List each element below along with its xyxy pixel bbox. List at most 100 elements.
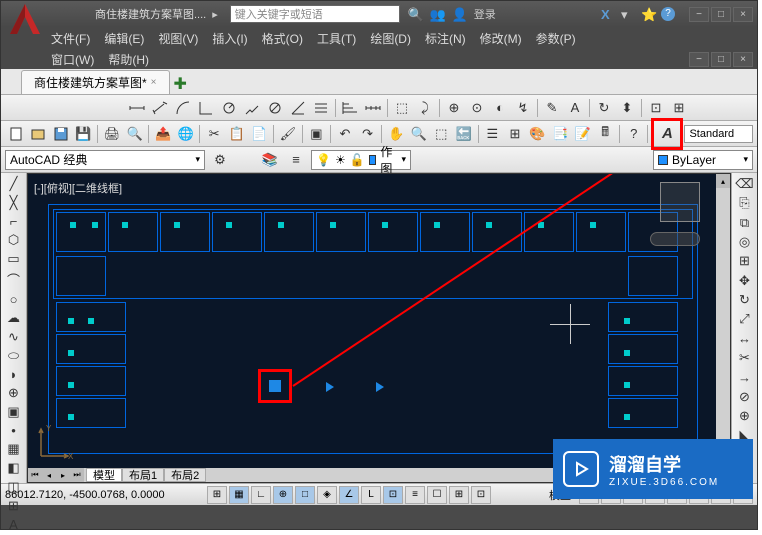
rectangle-icon[interactable]: ▭ bbox=[3, 250, 25, 268]
region-icon[interactable]: ◫ bbox=[3, 478, 25, 496]
cut-icon[interactable]: ✂ bbox=[203, 123, 225, 145]
color-dropdown[interactable]: ByLayer ▾ bbox=[653, 150, 753, 170]
help-icon[interactable]: ? bbox=[661, 7, 675, 21]
copy2-icon[interactable]: ⎘ bbox=[734, 194, 756, 212]
tolerance-icon[interactable]: ⊕ bbox=[443, 97, 465, 119]
doc-maximize-button[interactable]: □ bbox=[711, 52, 731, 67]
menu-parametric[interactable]: 参数(P) bbox=[536, 30, 576, 47]
coordinates[interactable]: 86012.7120, -4500.0768, 0.0000 bbox=[5, 489, 205, 501]
model-tab[interactable]: 模型 bbox=[86, 468, 122, 482]
paste-icon[interactable]: 📄 bbox=[249, 123, 271, 145]
insert-block-icon[interactable]: ⊕ bbox=[3, 384, 25, 402]
pan-icon[interactable]: ✋ bbox=[385, 123, 407, 145]
tab-prev-icon[interactable]: ◂ bbox=[42, 468, 56, 482]
3ddwf-icon[interactable]: 🌐 bbox=[175, 123, 197, 145]
polygon-icon[interactable]: ⬡ bbox=[3, 231, 25, 249]
redo-icon[interactable]: ↷ bbox=[357, 123, 379, 145]
menu-dimension[interactable]: 标注(N) bbox=[425, 30, 466, 47]
dim-break-icon[interactable]: ⤸ bbox=[414, 97, 436, 119]
vertical-scrollbar[interactable]: ▴ bbox=[716, 174, 730, 468]
dim-arc-icon[interactable] bbox=[172, 97, 194, 119]
menu-draw[interactable]: 绘图(D) bbox=[370, 30, 411, 47]
rotate-icon[interactable]: ↻ bbox=[734, 291, 756, 309]
workspace-settings-icon[interactable]: ⚙ bbox=[209, 149, 231, 171]
dyn-icon[interactable]: ⊡ bbox=[383, 486, 403, 504]
dropdown-icon[interactable]: ▾ bbox=[621, 7, 635, 21]
scroll-up-icon[interactable]: ▴ bbox=[716, 174, 730, 188]
autocad-logo[interactable] bbox=[5, 0, 45, 39]
menu-edit[interactable]: 编辑(E) bbox=[104, 30, 144, 47]
erase-icon[interactable]: ⌫ bbox=[734, 175, 756, 193]
dim-radius-icon[interactable] bbox=[218, 97, 240, 119]
dim-jogged-icon[interactable] bbox=[241, 97, 263, 119]
doc-close-button[interactable]: × bbox=[733, 52, 753, 67]
preview-icon[interactable]: 🔍 bbox=[124, 123, 146, 145]
dim-diameter-icon[interactable] bbox=[264, 97, 286, 119]
menu-file[interactable]: 文件(F) bbox=[51, 30, 90, 47]
revcloud-icon[interactable]: ☁ bbox=[3, 309, 25, 327]
document-tab[interactable]: 商住楼建筑方案草图* × bbox=[21, 70, 170, 94]
layout1-tab[interactable]: 布局1 bbox=[122, 468, 164, 482]
search-input[interactable]: 键入关键字或短语 bbox=[230, 5, 400, 23]
dim-style-icon[interactable]: ⬍ bbox=[616, 97, 638, 119]
copy-icon[interactable]: 📋 bbox=[226, 123, 248, 145]
signin-icon[interactable]: 👤 bbox=[452, 7, 466, 21]
markup-icon[interactable]: 📝 bbox=[572, 123, 594, 145]
zoom-window-icon[interactable]: ⬚ bbox=[430, 123, 452, 145]
star-icon[interactable]: ⭐ bbox=[641, 7, 655, 21]
maximize-button[interactable]: □ bbox=[711, 7, 731, 22]
tab-close-icon[interactable]: × bbox=[151, 77, 157, 88]
properties-icon[interactable]: ☰ bbox=[482, 123, 504, 145]
hatch-icon[interactable]: ▦ bbox=[3, 440, 25, 458]
menu-format[interactable]: 格式(O) bbox=[262, 30, 303, 47]
snap-mode-icon[interactable]: ⊞ bbox=[207, 486, 227, 504]
ellipse-icon[interactable]: ⬭ bbox=[3, 347, 25, 365]
close-button[interactable]: × bbox=[733, 7, 753, 22]
constraint2-icon[interactable]: ⊞ bbox=[668, 97, 690, 119]
menu-window[interactable]: 窗口(W) bbox=[51, 51, 94, 68]
stretch-icon[interactable]: ↔ bbox=[734, 330, 756, 348]
circle-icon[interactable]: ○ bbox=[3, 291, 25, 308]
login-link[interactable]: 登录 bbox=[474, 6, 496, 22]
dim-ordinate-icon[interactable] bbox=[195, 97, 217, 119]
menu-help[interactable]: 帮助(H) bbox=[108, 51, 149, 68]
add-tab-icon[interactable]: ✚ bbox=[174, 74, 187, 94]
dim-edit-icon[interactable]: ✎ bbox=[541, 97, 563, 119]
saveas-icon[interactable]: 💾 bbox=[73, 123, 95, 145]
view-cube[interactable] bbox=[660, 182, 700, 222]
gradient-icon[interactable]: ◧ bbox=[3, 459, 25, 477]
tool-palette-icon[interactable]: 🎨 bbox=[527, 123, 549, 145]
ducs-icon[interactable]: L bbox=[361, 486, 381, 504]
search-icon[interactable]: 🔍 bbox=[408, 7, 422, 21]
dim-update-icon[interactable]: ↻ bbox=[593, 97, 615, 119]
sc-icon[interactable]: ⊡ bbox=[471, 486, 491, 504]
layer-dropdown[interactable]: 💡 ☀ 🔓 作图 ▾ bbox=[311, 150, 411, 170]
lwt-icon[interactable]: ≡ bbox=[405, 486, 425, 504]
join-icon[interactable]: ⊕ bbox=[734, 407, 756, 425]
ortho-icon[interactable]: ∟ bbox=[251, 486, 271, 504]
dim-angular-icon[interactable] bbox=[287, 97, 309, 119]
dim-text-edit-icon[interactable]: A bbox=[564, 97, 586, 119]
qp-icon[interactable]: ⊞ bbox=[449, 486, 469, 504]
tab-first-icon[interactable]: ⏮ bbox=[28, 468, 42, 482]
text-style-button[interactable]: A bbox=[656, 123, 678, 145]
exchange-icon[interactable]: X bbox=[601, 7, 615, 21]
otrack-icon[interactable]: ∠ bbox=[339, 486, 359, 504]
dim-aligned-icon[interactable] bbox=[149, 97, 171, 119]
menu-view[interactable]: 视图(V) bbox=[158, 30, 198, 47]
ellipse-arc-icon[interactable]: ◗ bbox=[3, 366, 25, 383]
publish-icon[interactable]: 📤 bbox=[152, 123, 174, 145]
save-icon[interactable] bbox=[50, 123, 72, 145]
block-icon[interactable]: ▣ bbox=[306, 123, 328, 145]
center-mark-icon[interactable]: ⊙ bbox=[466, 97, 488, 119]
menu-modify[interactable]: 修改(M) bbox=[480, 30, 522, 47]
drawing-canvas[interactable]: [-][俯视][二维线框] bbox=[27, 173, 731, 483]
layer-prop-icon[interactable]: 📚 bbox=[259, 149, 281, 171]
xline-icon[interactable]: ╳ bbox=[3, 194, 25, 212]
minimize-button[interactable]: − bbox=[689, 7, 709, 22]
mtext-icon[interactable]: A bbox=[3, 516, 25, 533]
break-icon[interactable]: ⊘ bbox=[734, 387, 756, 405]
tpy-icon[interactable]: ☐ bbox=[427, 486, 447, 504]
extend-icon[interactable]: → bbox=[734, 368, 756, 386]
mirror-icon[interactable]: ⧉ bbox=[734, 214, 756, 232]
